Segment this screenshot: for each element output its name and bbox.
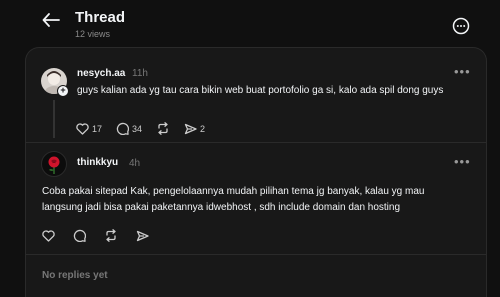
more-circle-icon	[452, 17, 470, 35]
send-icon	[184, 123, 197, 134]
post-text: guys kalian ada yg tau cara bikin web bu…	[77, 85, 444, 96]
repost-icon	[158, 122, 168, 135]
like-count: 17	[92, 123, 103, 134]
back-arrow-icon	[42, 13, 60, 27]
reply-username[interactable]: thinkkyu	[77, 157, 118, 168]
comment-button[interactable]	[73, 229, 86, 242]
thread-header: Thread 12 views	[0, 0, 500, 46]
views-count: 12 views	[75, 29, 111, 39]
share-button[interactable]: 2	[184, 123, 205, 135]
thread-panel: + nesych.aa 11h ••• guys kalian ada yg t…	[25, 47, 487, 297]
repost-button[interactable]	[104, 229, 118, 242]
back-button[interactable]	[40, 10, 62, 30]
main-post: + nesych.aa 11h ••• guys kalian ada yg t…	[26, 48, 486, 148]
page-title: Thread	[75, 9, 126, 26]
reply-time: 4h	[129, 158, 141, 169]
share-count: 2	[200, 123, 206, 134]
follow-plus-icon[interactable]: +	[57, 85, 69, 97]
comment-count: 34	[132, 123, 143, 134]
comment-button[interactable]: 34	[116, 122, 142, 135]
repost-icon	[106, 229, 116, 242]
like-button[interactable]	[42, 229, 55, 242]
heart-icon	[42, 229, 55, 242]
more-dots-icon[interactable]: •••	[454, 155, 471, 168]
more-options-button[interactable]	[452, 17, 470, 35]
repost-button[interactable]	[156, 122, 170, 135]
reply-text: Coba pakai sitepad Kak, pengelolaannya m…	[42, 186, 425, 213]
reply-actions	[42, 229, 163, 242]
post-username[interactable]: nesych.aa	[77, 68, 125, 79]
post-actions: 17 34 2	[76, 122, 219, 135]
thread-connector	[53, 100, 55, 138]
heart-icon	[76, 122, 89, 135]
share-button[interactable]	[136, 230, 149, 242]
comment-icon	[116, 122, 130, 135]
like-button[interactable]: 17	[76, 122, 103, 135]
no-replies-label: No replies yet	[42, 270, 108, 281]
rose-icon	[48, 156, 60, 174]
reply-post: thinkkyu 4h ••• Coba pakai sitepad Kak, …	[26, 142, 486, 252]
post-time: 11h	[132, 68, 148, 79]
avatar[interactable]	[41, 151, 67, 177]
send-icon	[136, 230, 149, 241]
more-dots-icon[interactable]: •••	[454, 65, 471, 78]
comment-icon	[73, 229, 86, 242]
divider	[26, 254, 486, 255]
